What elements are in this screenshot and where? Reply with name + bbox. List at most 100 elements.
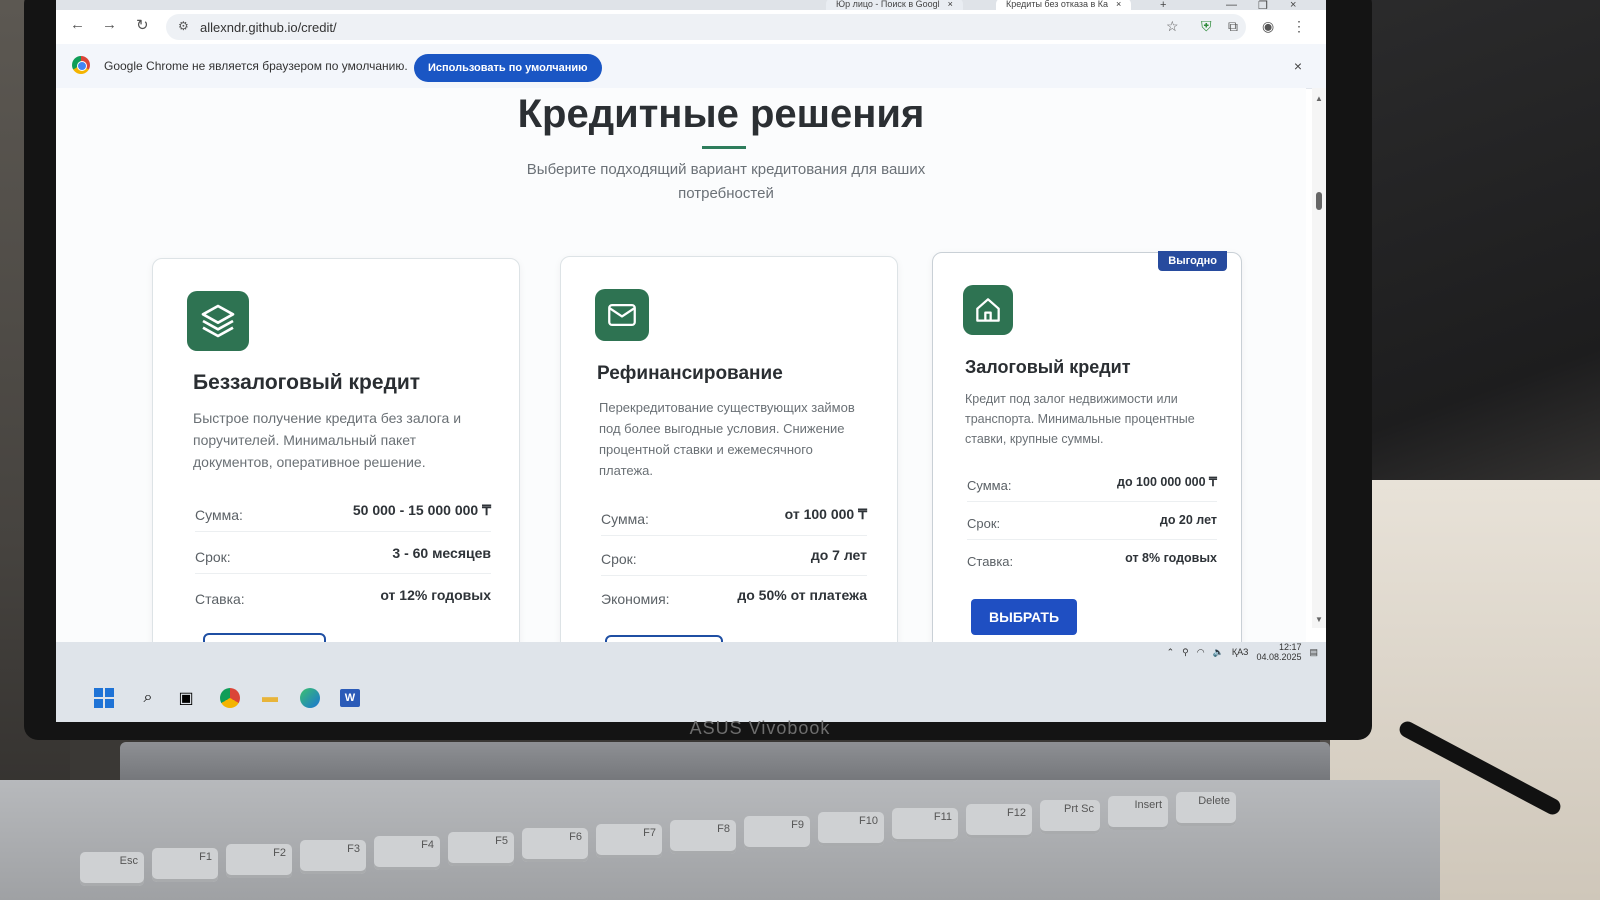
- set-default-button[interactable]: Использовать по умолчанию: [414, 54, 602, 82]
- browser-toolbar: ← → ↻ ⚙ allexndr.github.io/credit/ ☆ ⛨ ⧉…: [56, 10, 1326, 45]
- clock-time: 12:17: [1278, 642, 1302, 652]
- best-value-badge: Выгодно: [1158, 251, 1227, 271]
- card-row-amount: Сумма: от 100 000 ₸: [601, 495, 867, 536]
- key-f3: F3: [300, 840, 366, 874]
- row-value: до 7 лет: [810, 547, 867, 563]
- card-row-amount: Сумма: до 100 000 000 ₸: [967, 461, 1217, 502]
- tab-strip: Юр лицо - Поиск в Googl × Кредиты без отк…: [56, 0, 1326, 12]
- key-f12: F12: [966, 804, 1032, 838]
- tab-close-icon[interactable]: ×: [1116, 0, 1121, 9]
- task-view-icon[interactable]: ▣: [174, 686, 198, 710]
- card-row-rate: Ставка: от 12% годовых: [195, 575, 491, 615]
- system-tray: ⌃ ⚲ ◠ 🔈 ҚАЗ 12:17 04.08.2025 ▤: [1167, 642, 1318, 662]
- tray-chevron-icon[interactable]: ⌃: [1167, 647, 1175, 658]
- tab-label: Юр лицо - Поиск в Googl: [836, 0, 940, 9]
- default-browser-infobar: Google Chrome не является браузером по у…: [56, 44, 1326, 89]
- row-label: Ставка:: [967, 554, 1014, 569]
- key-f7: F7: [596, 824, 662, 858]
- chrome-logo-icon: [72, 56, 90, 74]
- key-f1: F1: [152, 848, 218, 882]
- profile-icon[interactable]: ◉: [1262, 18, 1274, 35]
- reload-icon[interactable]: ↻: [136, 16, 149, 34]
- chrome-icon[interactable]: [218, 686, 242, 710]
- shield-extension-icon[interactable]: ⛨: [1201, 18, 1212, 35]
- key-f10: F10: [818, 812, 884, 846]
- card-row-amount: Сумма: 50 000 - 15 000 000 ₸: [195, 491, 491, 532]
- windows-start-icon[interactable]: [92, 686, 116, 710]
- notifications-icon[interactable]: ▤: [1309, 647, 1318, 658]
- extensions-icon[interactable]: ⧉: [1228, 18, 1238, 35]
- scroll-down-icon[interactable]: ▼: [1315, 615, 1323, 624]
- volume-icon[interactable]: 🔈: [1213, 647, 1224, 658]
- key-prtsc: Prt Sc: [1040, 800, 1100, 834]
- scroll-thumb[interactable]: [1316, 192, 1322, 210]
- card-row-rate: Ставка: от 8% годовых: [967, 537, 1217, 577]
- row-value: 50 000 - 15 000 000 ₸: [352, 502, 491, 518]
- address-bar[interactable]: ⚙ allexndr.github.io/credit/ ☆: [166, 14, 1246, 40]
- windows-taskbar: ⌃ ⚲ ◠ 🔈 ҚАЗ 12:17 04.08.2025 ▤ ⌕ ▣ ▬ W: [56, 642, 1326, 722]
- clock[interactable]: 12:17 04.08.2025: [1256, 642, 1301, 662]
- key-f4: F4: [374, 836, 440, 870]
- page-subtitle: Выберите подходящий вариант кредитования…: [526, 161, 926, 202]
- row-label: Срок:: [195, 549, 231, 565]
- card-title: Рефинансирование: [597, 363, 783, 384]
- key-f5: F5: [448, 832, 514, 866]
- back-icon[interactable]: ←: [70, 16, 85, 33]
- menu-icon[interactable]: ⋮: [1292, 18, 1306, 35]
- card-row-term: Срок: до 20 лет: [967, 499, 1217, 540]
- key-insert: Insert: [1108, 796, 1168, 830]
- row-value: до 100 000 000 ₸: [1117, 475, 1217, 489]
- row-value: до 20 лет: [1159, 513, 1217, 527]
- card-row-term: Срок: 3 - 60 месяцев: [195, 533, 491, 574]
- key-f6: F6: [522, 828, 588, 862]
- row-label: Срок:: [601, 551, 637, 567]
- key-f11: F11: [892, 808, 958, 842]
- card-title: Беззалоговый кредит: [193, 371, 421, 394]
- key-f2: F2: [226, 844, 292, 878]
- row-label: Экономия:: [601, 591, 670, 607]
- card-refinancing: Рефинансирование Перекредитование сущест…: [560, 256, 898, 678]
- card-title: Залоговый кредит: [965, 357, 1131, 377]
- laptop-screen: Юр лицо - Поиск в Googl × Кредиты без отк…: [56, 0, 1326, 722]
- layers-icon: [187, 291, 249, 351]
- infobar-close-icon[interactable]: ×: [1294, 58, 1302, 74]
- url-text[interactable]: allexndr.github.io/credit/: [200, 20, 337, 35]
- scroll-up-icon[interactable]: ▲: [1315, 94, 1323, 103]
- edge-icon[interactable]: [298, 686, 322, 710]
- location-icon[interactable]: ⚲: [1182, 647, 1189, 658]
- file-explorer-icon[interactable]: ▬: [258, 686, 282, 710]
- laptop-brand: ASUS Vivobook: [689, 718, 831, 738]
- infobar-message: Google Chrome не является браузером по у…: [104, 59, 408, 73]
- title-underline: [702, 146, 746, 149]
- row-label: Сумма:: [195, 507, 243, 523]
- row-value: 3 - 60 месяцев: [392, 545, 491, 561]
- word-icon[interactable]: W: [338, 686, 362, 710]
- clock-date: 04.08.2025: [1256, 652, 1302, 662]
- forward-icon[interactable]: →: [102, 16, 117, 33]
- tab-close-icon[interactable]: ×: [948, 0, 953, 9]
- bookmark-star-icon[interactable]: ☆: [1166, 18, 1179, 35]
- keyboard: Esc F1 F2 F3 F4 F5 F6 F7 F8 F9 F10 F11 F…: [60, 790, 1440, 900]
- card-description: Быстрое получение кредита без залога и п…: [193, 410, 462, 470]
- key-f9: F9: [744, 816, 810, 850]
- wifi-icon[interactable]: ◠: [1197, 647, 1205, 658]
- card-unsecured-loan: Беззалоговый кредит Быстрое получение кр…: [152, 258, 520, 680]
- key-esc: Esc: [80, 852, 144, 886]
- row-value: от 8% годовых: [1125, 551, 1217, 565]
- language-indicator[interactable]: ҚАЗ: [1232, 647, 1249, 657]
- card-description: Перекредитование существующих займов под…: [599, 400, 855, 478]
- select-button[interactable]: ВЫБРАТЬ: [971, 599, 1078, 635]
- card-description: Кредит под залог недвижимости или трансп…: [965, 392, 1195, 446]
- page-title: Кредитные решения: [517, 92, 925, 136]
- site-settings-icon[interactable]: ⚙: [178, 19, 189, 33]
- search-icon[interactable]: ⌕: [136, 686, 160, 710]
- card-row-savings: Экономия: до 50% от платежа: [601, 575, 867, 615]
- row-label: Ставка:: [195, 591, 245, 607]
- row-value: до 50% от платежа: [737, 587, 867, 603]
- card-row-term: Срок: до 7 лет: [601, 535, 867, 576]
- row-value: от 100 000 ₸: [784, 506, 867, 522]
- house-icon: [963, 285, 1013, 335]
- page-scrollbar[interactable]: ▲ ▼: [1312, 88, 1326, 628]
- row-value: от 12% годовых: [380, 587, 491, 603]
- row-label: Сумма:: [601, 511, 649, 527]
